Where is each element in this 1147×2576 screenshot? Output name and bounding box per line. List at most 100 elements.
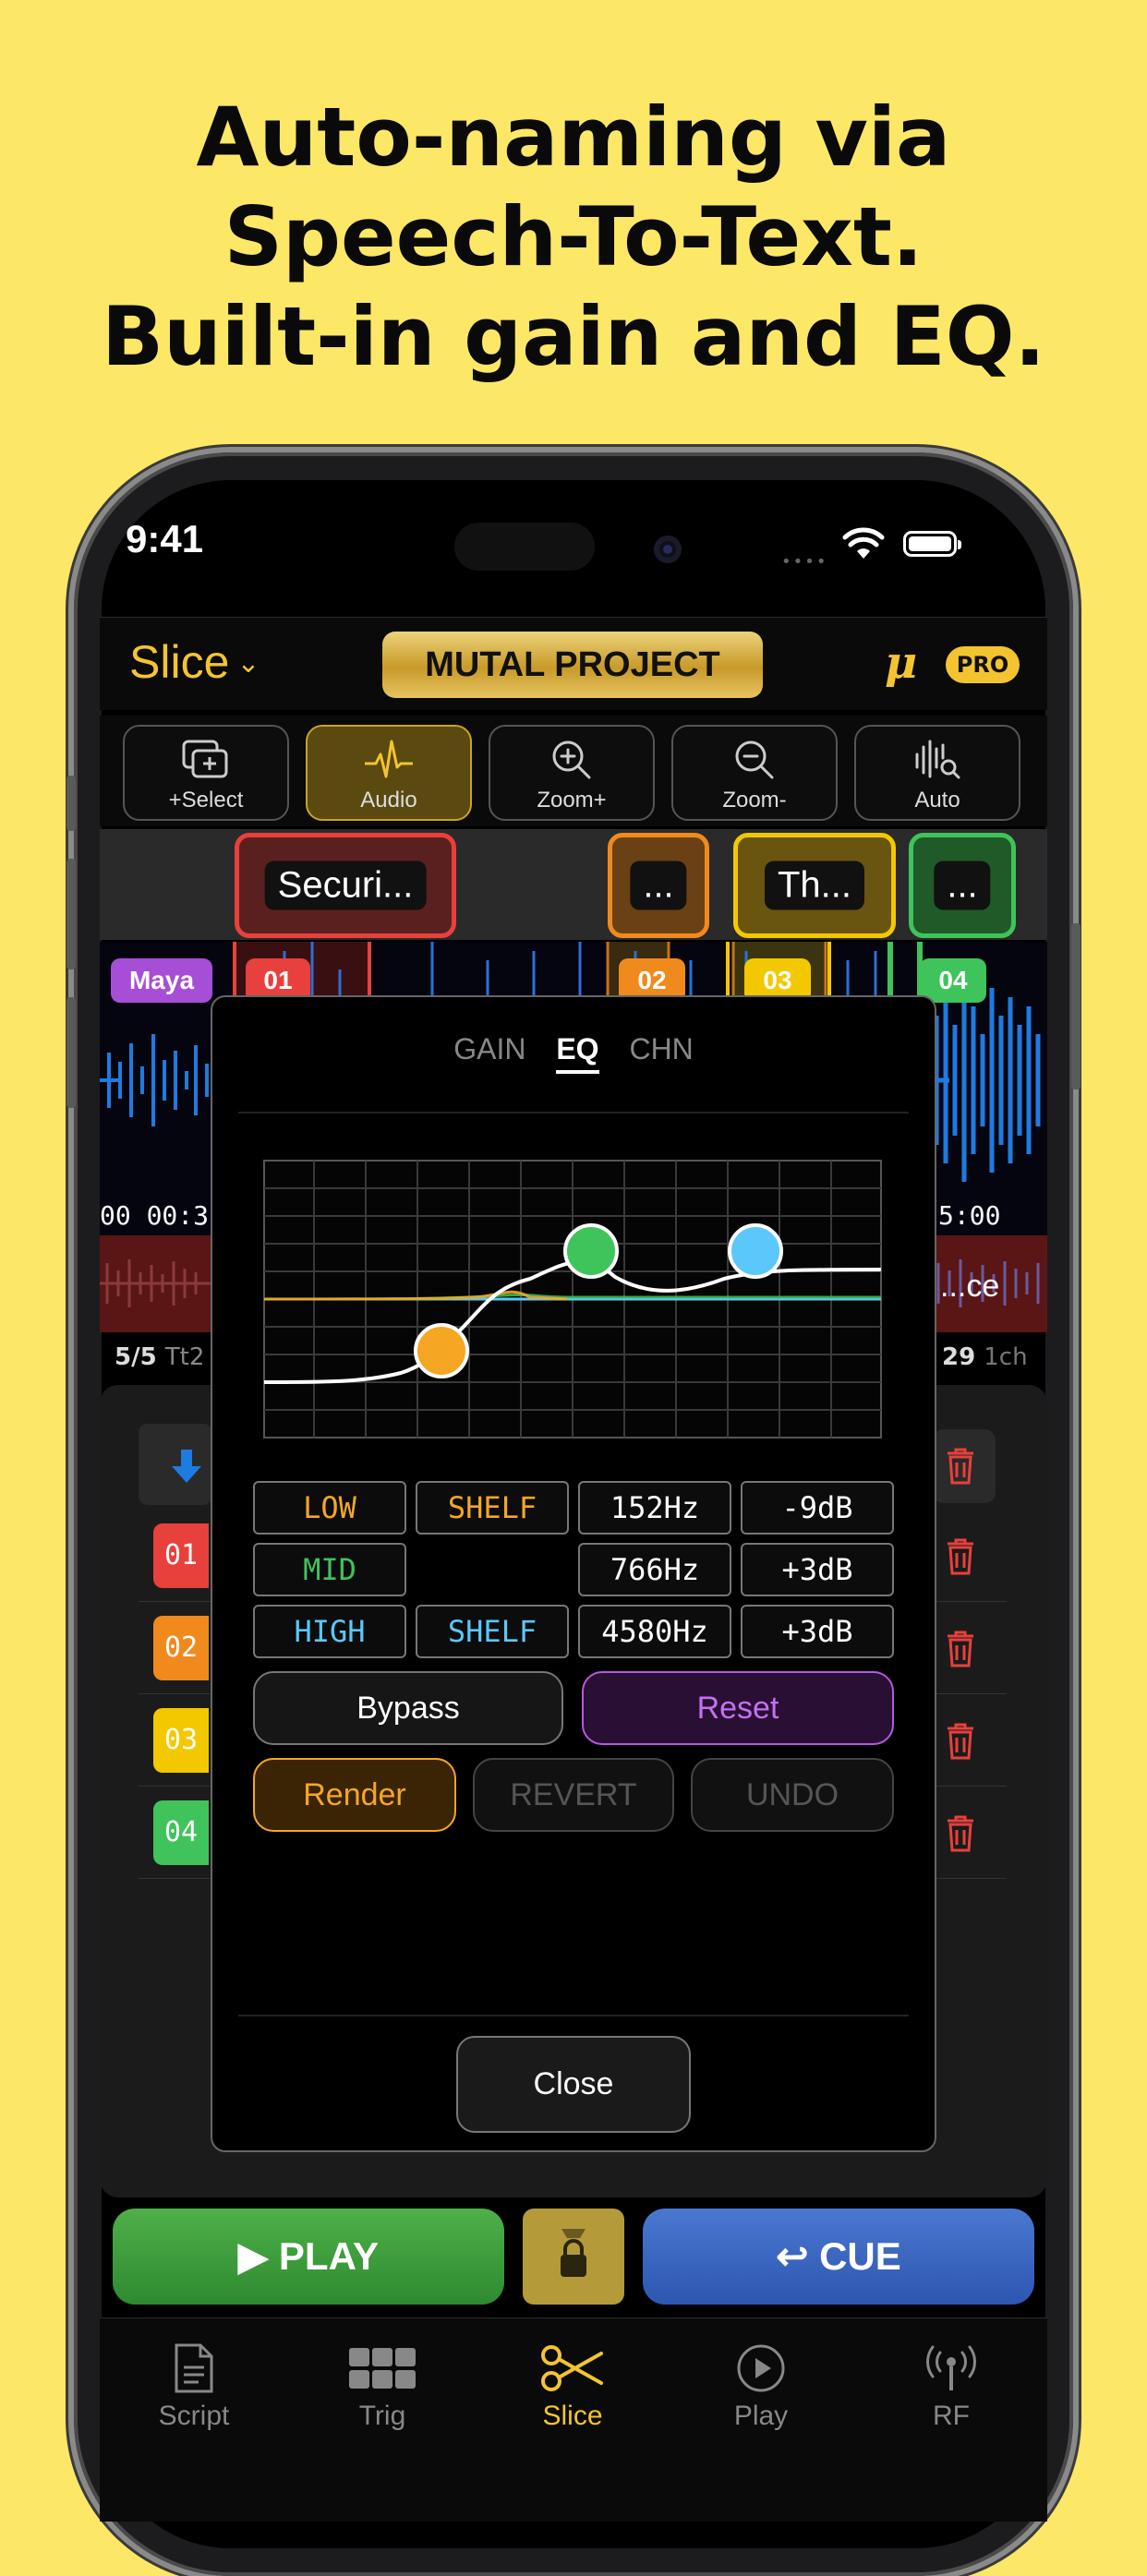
channel-count: 1ch: [984, 1343, 1028, 1371]
eq-low-handle[interactable]: [414, 1323, 469, 1378]
list-item-03[interactable]: 03: [153, 1708, 209, 1773]
audio-button[interactable]: Audio: [306, 725, 472, 821]
eq-gain-mid[interactable]: +3dB: [741, 1543, 894, 1596]
phone-volume-up: [66, 859, 76, 969]
timecode-start: 00 00:3: [100, 1200, 210, 1231]
dynamic-island: [454, 523, 595, 571]
eq-band-high[interactable]: HIGH: [253, 1605, 406, 1658]
play-icon: ▶: [237, 2234, 269, 2278]
eq-freq-low[interactable]: 152Hz: [578, 1481, 731, 1535]
eq-freq-high[interactable]: 4580Hz: [578, 1605, 731, 1658]
tab-trig[interactable]: Trig: [308, 2336, 456, 2432]
zoom-out-button[interactable]: Zoom-: [671, 725, 838, 821]
cue-button[interactable]: ↩ CUE: [643, 2209, 1034, 2305]
trash-icon[interactable]: [944, 1813, 977, 1854]
trash-icon[interactable]: [944, 1446, 977, 1487]
add-select-icon: [182, 740, 228, 778]
undo-button[interactable]: UNDO: [691, 1758, 894, 1832]
scissors-icon: [541, 2345, 603, 2391]
marker-04[interactable]: 04: [920, 958, 986, 1003]
document-icon: [175, 2343, 213, 2393]
battery-icon: [903, 531, 961, 557]
reset-button[interactable]: Reset: [582, 1671, 894, 1745]
phone-side-button: [66, 776, 76, 831]
eq-type-high[interactable]: SHELF: [416, 1605, 569, 1658]
eq-high-handle[interactable]: [728, 1223, 783, 1279]
antenna-icon: [926, 2345, 976, 2390]
zoom-in-icon: [552, 740, 591, 779]
lock-button[interactable]: [523, 2209, 624, 2305]
eq-type-low[interactable]: SHELF: [416, 1481, 569, 1535]
clip-count: 5/5: [115, 1343, 157, 1371]
zoom-out-icon: [735, 740, 774, 779]
clip-1[interactable]: Securi...: [235, 833, 456, 938]
list-item-04[interactable]: 04: [153, 1800, 209, 1865]
bypass-button[interactable]: Bypass: [253, 1671, 563, 1745]
tab-script-label: Script: [158, 2401, 230, 2431]
eq-band-low[interactable]: LOW: [253, 1481, 406, 1535]
zoom-out-label: Zoom-: [722, 788, 787, 813]
list-item-02[interactable]: 02: [153, 1616, 209, 1680]
phone-volume-down: [66, 997, 76, 1108]
play-label: PLAY: [278, 2234, 380, 2278]
clip-3[interactable]: Th...: [733, 833, 896, 938]
tab-trig-label: Trig: [358, 2401, 406, 2431]
play-button[interactable]: ▶ PLAY: [113, 2209, 504, 2305]
tab-slice-label: Slice: [542, 2401, 603, 2431]
chevron-down-icon: ⌄: [236, 648, 260, 679]
auto-detect-icon: [915, 740, 960, 779]
modal-tabs: GAIN EQ CHN: [211, 1032, 936, 1074]
speaker-label[interactable]: Maya: [111, 958, 212, 1003]
list-item-01[interactable]: 01: [153, 1523, 209, 1588]
lock-icon: [561, 2229, 586, 2277]
pro-badge[interactable]: PRO: [946, 646, 1020, 683]
tab-play-label: Play: [733, 2401, 789, 2431]
tab-slice[interactable]: Slice: [499, 2336, 646, 2432]
trash-icon[interactable]: [944, 1629, 977, 1669]
tab-eq[interactable]: EQ: [556, 1032, 599, 1074]
modal-divider-top: [238, 1112, 909, 1113]
clip-4[interactable]: ...: [909, 833, 1016, 938]
headline-line-2: Speech-To-Text.: [223, 189, 924, 284]
phone-power-button: [1071, 923, 1081, 1089]
eq-freq-mid[interactable]: 766Hz: [578, 1543, 731, 1596]
render-button[interactable]: Render: [253, 1758, 456, 1832]
project-title-button[interactable]: MUTAL PROJECT: [382, 632, 763, 698]
tab-rf-label: RF: [933, 2401, 970, 2431]
tab-play[interactable]: Play: [687, 2336, 835, 2432]
camera-icon: [654, 536, 682, 563]
eq-gain-high[interactable]: +3dB: [741, 1605, 894, 1658]
clip-2-label: ...: [630, 861, 687, 910]
eq-mid-handle[interactable]: [563, 1223, 619, 1279]
trash-icon[interactable]: [944, 1721, 977, 1762]
zoom-in-label: Zoom+: [537, 788, 607, 813]
close-button[interactable]: Close: [456, 2036, 691, 2133]
app-mode-selector[interactable]: Slice ⌄: [129, 635, 260, 689]
app-title-label: Slice: [129, 636, 230, 688]
eq-gain-low[interactable]: -9dB: [741, 1481, 894, 1535]
status-time: 9:41: [126, 517, 204, 560]
reply-arrow-icon: ↩: [776, 2234, 809, 2278]
tab-chn[interactable]: CHN: [629, 1032, 693, 1066]
headline-line-3: Built-in gain and EQ.: [102, 289, 1045, 384]
eq-curve-graph[interactable]: [262, 1159, 883, 1439]
sort-down-icon[interactable]: [170, 1448, 203, 1485]
clip-1-label: Securi...: [264, 861, 427, 910]
grid-icon: [349, 2348, 416, 2389]
play-circle-icon: [737, 2344, 785, 2392]
tab-rf[interactable]: RF: [877, 2336, 1025, 2432]
eq-band-mid[interactable]: MID: [253, 1543, 406, 1596]
tab-script[interactable]: Script: [120, 2336, 268, 2432]
trash-icon[interactable]: [944, 1536, 977, 1577]
revert-button[interactable]: REVERT: [473, 1758, 674, 1832]
zoom-in-button[interactable]: Zoom+: [489, 725, 655, 821]
cue-label: CUE: [819, 2234, 901, 2278]
select-button[interactable]: +Select: [123, 725, 289, 821]
auto-button[interactable]: Auto: [854, 725, 1020, 821]
mu-logo-icon[interactable]: μ: [885, 637, 917, 689]
timecode-end: 5:00: [938, 1200, 1001, 1231]
clip-2[interactable]: ...: [608, 833, 709, 938]
tab-gain[interactable]: GAIN: [453, 1032, 525, 1066]
channel-info: 29 1ch: [942, 1343, 1028, 1371]
clip-4-label: ...: [934, 861, 991, 910]
